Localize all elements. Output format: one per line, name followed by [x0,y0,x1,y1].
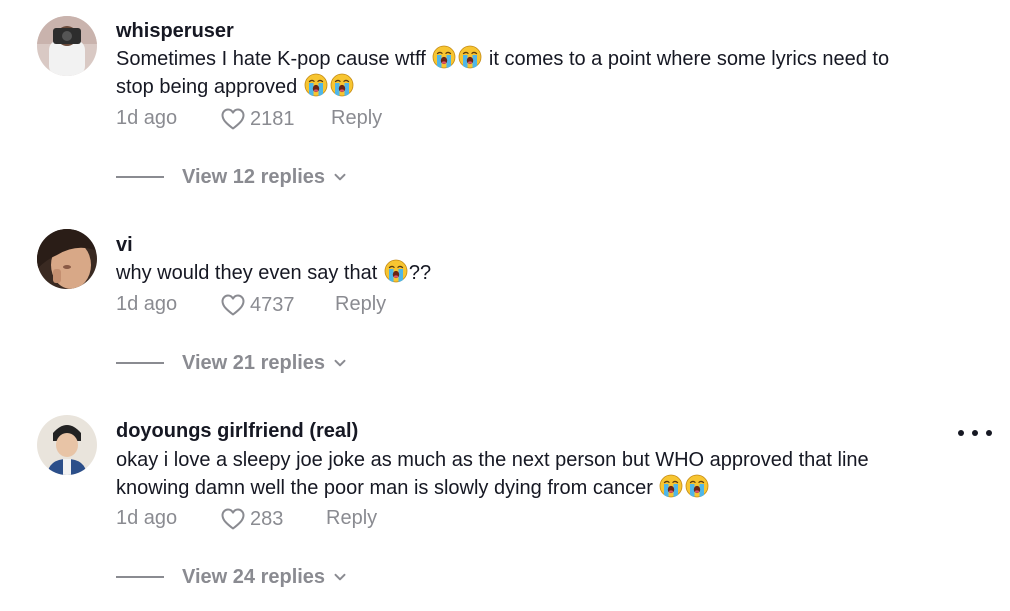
comment-text: why would they even say that ?? [116,259,986,287]
loudly-crying-face-icon [304,73,328,97]
more-dot [958,430,964,436]
like-count: 4737 [250,293,295,316]
comment-text: okay i love a sleepy joe joke as much as… [116,446,986,502]
loudly-crying-face-icon [458,45,482,69]
like-button[interactable]: 4737 [220,293,295,317]
view-replies-button[interactable]: View 24 replies [116,563,347,591]
loudly-crying-face-icon [685,474,709,498]
view-replies-label: View 24 replies [182,565,326,588]
reply-button[interactable]: Reply [326,507,377,530]
comment-text-segment: why would they even say that [116,262,378,284]
chevron-down-icon [333,356,347,370]
loudly-crying-face-icon [384,259,408,283]
more-options-button[interactable] [958,426,992,440]
comment-text: Sometimes I hate K-pop cause wtff it com… [116,45,986,101]
comment-text-segment: Sometimes I hate K-pop cause wtff [116,48,426,70]
view-replies-button[interactable]: View 12 replies [116,163,347,191]
heart-icon [220,107,246,131]
timestamp: 1d ago [116,293,178,315]
loudly-crying-face-icon [432,45,456,69]
username[interactable]: vi [116,234,133,257]
heart-icon [220,507,246,531]
heart-icon [220,293,246,317]
comment-text-segment: okay i love a sleepy joe joke as much as… [116,449,869,471]
timestamp: 1d ago [116,107,178,129]
view-replies-label: View 12 replies [182,165,326,188]
like-count: 283 [250,507,284,530]
view-replies-button[interactable]: View 21 replies [116,349,347,377]
avatar[interactable] [37,16,97,76]
like-button[interactable]: 2181 [220,107,295,131]
loudly-crying-face-icon [330,73,354,97]
like-count: 2181 [250,107,295,130]
like-button[interactable]: 283 [220,507,283,531]
comment-text-segment: stop being approved [116,76,298,98]
comment-text-segment: it comes to a point where some lyrics ne… [488,48,890,70]
more-dot [986,430,992,436]
divider [116,362,164,364]
loudly-crying-face-icon [659,474,683,498]
comment-text-segment: knowing damn well the poor man is slowly… [116,477,653,499]
username[interactable]: whisperuser [116,20,234,43]
avatar[interactable] [37,229,97,289]
comment-text-segment: ?? [408,262,432,284]
chevron-down-icon [333,570,347,584]
divider [116,576,164,578]
username[interactable]: doyoungs girlfriend (real) [116,420,358,443]
reply-button[interactable]: Reply [335,293,386,316]
reply-button[interactable]: Reply [331,107,382,130]
view-replies-label: View 21 replies [182,351,326,374]
timestamp: 1d ago [116,507,178,529]
more-dot [972,430,978,436]
avatar[interactable] [37,415,97,475]
divider [116,176,164,178]
chevron-down-icon [333,170,347,184]
